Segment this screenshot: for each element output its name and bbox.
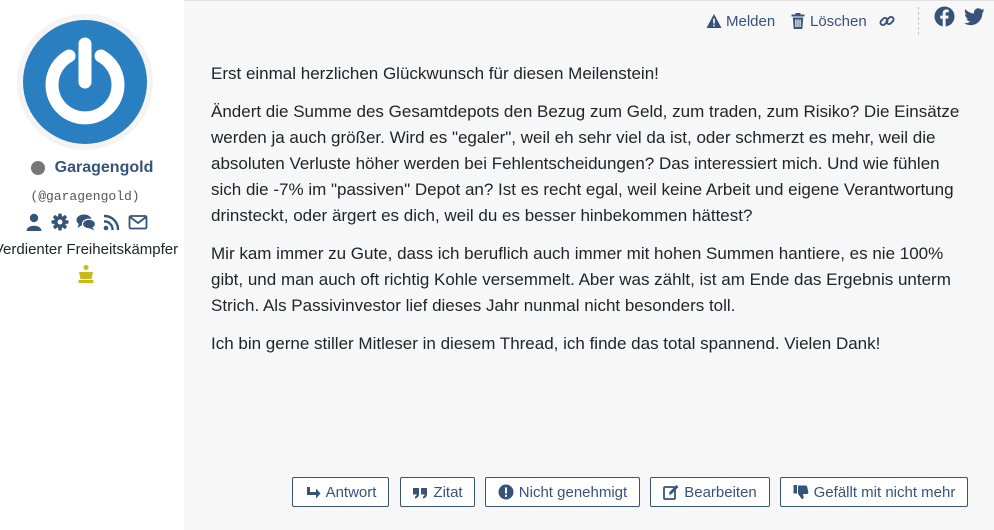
post-paragraph: Erst einmal herzlichen Glückwunsch für d…	[211, 64, 659, 83]
link-icon	[879, 13, 895, 29]
trash-icon	[790, 13, 806, 29]
author-handle: (@garagengold)	[30, 189, 140, 204]
post-paragraph: Mir kam immer zu Gute, dass ich beruflic…	[211, 244, 951, 315]
twitter-icon	[964, 8, 985, 30]
gear-icon[interactable]	[50, 213, 70, 233]
author-username[interactable]: Garagengold	[55, 159, 154, 177]
thumbs-down-icon	[793, 484, 809, 500]
rss-icon[interactable]	[102, 213, 122, 233]
tools-divider	[918, 7, 920, 35]
forum-post: Garagengold (@garagengold) Verdienter Fr…	[0, 0, 994, 530]
post-paragraph: Ändert die Summe des Gesamtdepots den Be…	[211, 102, 960, 225]
quote-button[interactable]: Zitat	[400, 477, 475, 507]
author-rank: Verdienter Freiheitskämpfer	[0, 241, 179, 258]
quote-icon	[412, 484, 428, 500]
report-link[interactable]: Melden	[706, 11, 775, 31]
reply-arrow-icon	[305, 484, 321, 500]
crown-icon	[76, 264, 96, 284]
offline-status-icon	[30, 161, 45, 175]
post-content: Erst einmal herzlichen Glückwunsch für d…	[211, 61, 971, 369]
unlike-label: Gefällt mit nicht mehr	[813, 483, 956, 501]
edit-label: Bearbeiten	[684, 483, 757, 501]
edit-icon	[663, 484, 679, 500]
edit-button[interactable]: Bearbeiten	[650, 477, 770, 507]
envelope-icon[interactable]	[128, 213, 148, 233]
user-icon[interactable]	[24, 213, 44, 233]
exclamation-circle-icon	[498, 484, 514, 500]
facebook-icon	[934, 6, 955, 31]
power-icon	[19, 16, 151, 148]
avatar[interactable]	[17, 14, 153, 150]
twitter-share[interactable]	[964, 8, 985, 30]
author-panel: Garagengold (@garagengold) Verdienter Fr…	[0, 0, 184, 530]
delete-label: Löschen	[810, 12, 867, 30]
not-approved-button[interactable]: Nicht genehmigt	[485, 477, 640, 507]
quote-label: Zitat	[433, 483, 463, 501]
post-paragraph: Ich bin gerne stiller Mitleser in diesem…	[211, 334, 881, 353]
facebook-share[interactable]	[934, 6, 955, 31]
not-approved-label: Nicht genehmigt	[518, 483, 628, 501]
warning-icon	[706, 13, 722, 29]
post-actions: Antwort Zitat Nicht genehmigt Bearbeiten	[292, 477, 972, 507]
permalink-link[interactable]	[879, 11, 899, 31]
reply-label: Antwort	[325, 483, 377, 501]
author-name-row: Garagengold	[0, 159, 184, 177]
reply-button[interactable]: Antwort	[292, 477, 389, 507]
post-panel: Melden Löschen Erst einmal herzlichen Gl…	[184, 0, 994, 530]
report-label: Melden	[726, 12, 776, 30]
unlike-button[interactable]: Gefällt mit nicht mehr	[780, 477, 968, 507]
author-profile-icons	[24, 212, 148, 234]
delete-link[interactable]: Löschen	[790, 11, 867, 31]
comments-icon[interactable]	[76, 213, 97, 233]
